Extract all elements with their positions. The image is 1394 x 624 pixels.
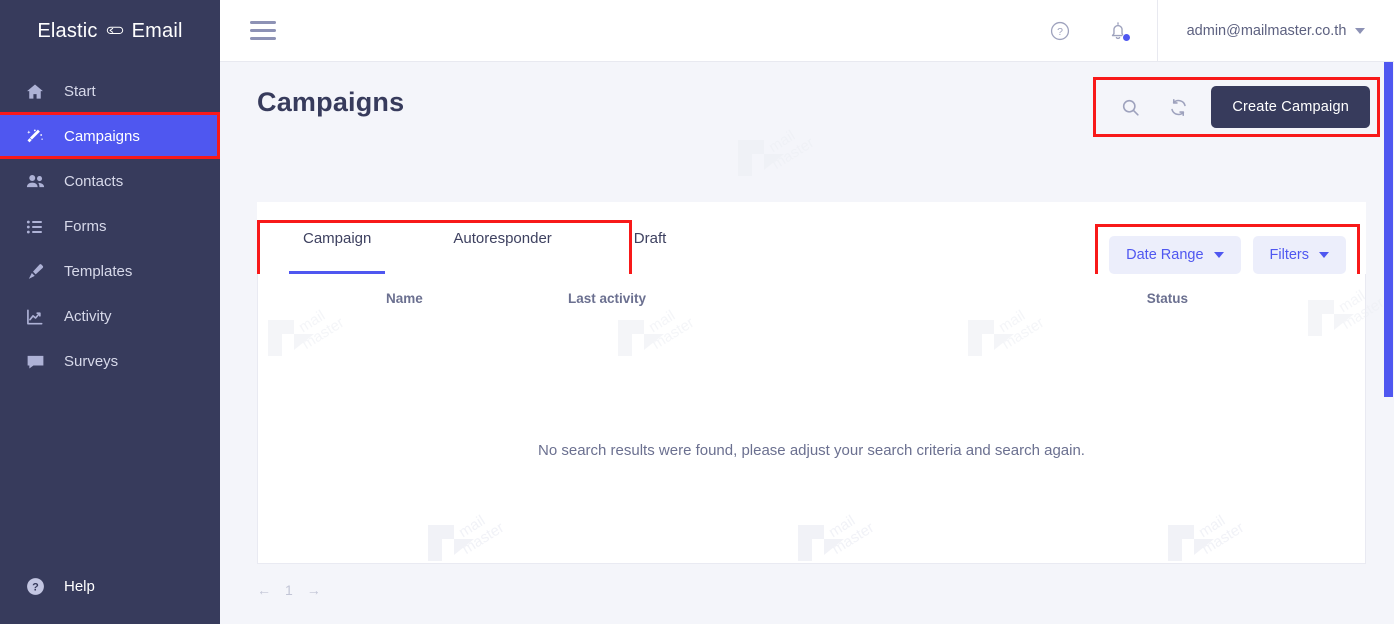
sidebar-item-label: Start (64, 83, 96, 100)
svg-text:?: ? (1057, 26, 1063, 38)
sidebar-item-label: Templates (64, 263, 133, 280)
sidebar-item-templates[interactable]: Templates (0, 249, 220, 294)
pagination: ← 1 → (257, 582, 321, 598)
help-circle-icon[interactable]: ? (1043, 14, 1077, 48)
filters-button[interactable]: Filters (1252, 236, 1346, 274)
chevron-down-icon (1355, 27, 1366, 34)
app-logo: Elastic Email (0, 0, 220, 62)
content-area: Campaigns Create Campaign Campaign Autor… (220, 62, 1394, 624)
sidebar-item-label: Contacts (64, 173, 124, 190)
logo-text-right: Email (131, 19, 183, 42)
sidebar-item-contacts[interactable]: Contacts (0, 159, 220, 204)
empty-state-message: No search results were found, please adj… (538, 442, 1085, 459)
main-area: mail master mail master mail master mail mas… (220, 0, 1394, 624)
vertical-scrollbar[interactable] (1383, 62, 1394, 624)
campaigns-table: Name Last activity Status No search resu… (257, 274, 1366, 564)
magic-wand-icon (24, 126, 46, 148)
tab-label: Draft (633, 229, 667, 247)
question-circle-icon: ? (24, 576, 46, 598)
chevron-down-icon (1319, 252, 1329, 258)
column-header-name[interactable]: Name (258, 291, 568, 306)
scrollbar-thumb[interactable] (1384, 62, 1393, 397)
sidebar: Elastic Email Start Campaigns Contacts F… (0, 0, 220, 624)
sidebar-item-label: Campaigns (64, 128, 140, 145)
tab-campaign[interactable]: Campaign (289, 202, 386, 274)
svg-text:?: ? (32, 582, 39, 594)
header-actions-group: Create Campaign (1093, 77, 1380, 137)
notification-dot (1122, 32, 1131, 42)
hamburger-line (250, 21, 276, 24)
chevron-down-icon (1213, 252, 1224, 258)
pagination-page-1[interactable]: 1 (285, 582, 293, 598)
sidebar-item-forms[interactable]: Forms (0, 204, 220, 249)
sidebar-item-help[interactable]: ? Help (0, 564, 220, 609)
sidebar-item-label: Help (64, 578, 95, 595)
date-range-button[interactable]: Date Range (1109, 236, 1241, 274)
sidebar-nav: Start Campaigns Contacts Forms Templates… (0, 62, 220, 384)
tabs-list: Campaign Autoresponder Draft (257, 202, 680, 274)
date-range-label: Date Range (1126, 247, 1204, 263)
create-campaign-button[interactable]: Create Campaign (1211, 86, 1370, 128)
top-bar: ? admin@mailmaster.co.th (220, 0, 1394, 62)
sidebar-item-activity[interactable]: Activity (0, 294, 220, 339)
sidebar-item-start[interactable]: Start (0, 69, 220, 114)
column-header-last-activity[interactable]: Last activity (568, 291, 988, 306)
loop-icon (105, 25, 125, 37)
list-icon (24, 216, 46, 238)
tab-draft[interactable]: Draft (620, 202, 681, 274)
chart-line-icon (24, 306, 46, 328)
hamburger-line (250, 29, 276, 32)
hamburger-line (250, 37, 276, 40)
bell-icon[interactable] (1101, 14, 1135, 48)
tab-label: Autoresponder (453, 229, 552, 247)
table-header-row: Name Last activity Status (258, 274, 1365, 322)
refresh-icon[interactable] (1163, 92, 1193, 122)
tabs-bar: Campaign Autoresponder Draft Date Range (257, 202, 1366, 299)
pagination-prev[interactable]: ← (257, 582, 271, 598)
pagination-next[interactable]: → (307, 582, 321, 598)
tab-autoresponder[interactable]: Autoresponder (439, 202, 565, 274)
hamburger-icon[interactable] (250, 18, 276, 44)
filters-label: Filters (1269, 247, 1309, 263)
page-title: Campaigns (257, 87, 405, 117)
sidebar-item-surveys[interactable]: Surveys (0, 339, 220, 384)
sidebar-item-label: Activity (64, 308, 112, 325)
logo-text-left: Elastic (37, 19, 98, 42)
home-icon (24, 81, 46, 103)
people-icon (24, 171, 46, 193)
tab-label: Campaign (303, 229, 372, 247)
search-icon[interactable] (1115, 92, 1145, 122)
sidebar-item-campaigns[interactable]: Campaigns (0, 112, 220, 159)
user-email-label: admin@mailmaster.co.th (1186, 22, 1347, 39)
paintbrush-icon (24, 261, 46, 283)
user-menu[interactable]: admin@mailmaster.co.th (1158, 0, 1394, 62)
sidebar-item-label: Surveys (64, 353, 119, 370)
app-root: Elastic Email Start Campaigns Contacts F… (0, 0, 1394, 624)
sidebar-item-label: Forms (64, 218, 107, 235)
chat-bubble-icon (24, 351, 46, 373)
column-header-status[interactable]: Status (988, 291, 1188, 306)
